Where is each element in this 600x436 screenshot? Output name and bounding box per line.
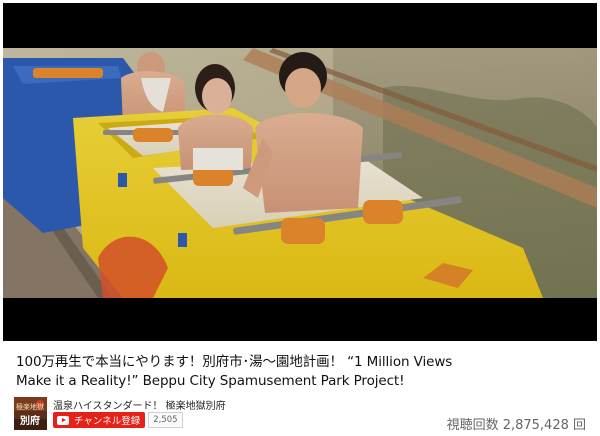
video-still-image — [3, 48, 597, 298]
subscribe-label: チャンネル登録 — [74, 416, 141, 427]
avatar-text-bottom: 別府 — [19, 414, 40, 427]
view-count: 視聴回数 2,875,428 回 — [446, 418, 586, 433]
channel-name-link[interactable]: 温泉ハイスタンダード！ 極楽地獄別府 — [53, 397, 226, 412]
subscriber-count: 2,505 — [148, 412, 183, 428]
subscribe-button[interactable]: チャンネル登録 — [53, 412, 146, 428]
video-title: 100万再生で本当にやります！別府市･湯～園地計画！ “1 Million Vi… — [16, 353, 586, 391]
channel-logo: 極楽地獄 別府 — [14, 397, 47, 430]
video-player[interactable] — [3, 3, 597, 341]
avatar-text-top: 極楽地獄 — [16, 402, 44, 411]
youtube-watch-page: 100万再生で本当にやります！別府市･湯～園地計画！ “1 Million Vi… — [0, 0, 600, 436]
video-frame[interactable] — [3, 48, 597, 298]
video-title-line-2: Make it a Reality!” Beppu City Spamuseme… — [16, 373, 405, 389]
channel-row: 極楽地獄 別府 温泉ハイスタンダード！ 極楽地獄別府 チャンネル登録 2,505… — [14, 396, 588, 433]
youtube-play-icon — [57, 415, 69, 425]
video-title-line-1: 100万再生で本当にやります！別府市･湯～園地計画！ “1 Million Vi… — [16, 354, 453, 370]
channel-avatar[interactable]: 極楽地獄 別府 — [14, 397, 47, 430]
video-info: 100万再生で本当にやります！別府市･湯～園地計画！ “1 Million Vi… — [16, 353, 586, 391]
subscribe-group: チャンネル登録 2,505 — [53, 412, 183, 428]
